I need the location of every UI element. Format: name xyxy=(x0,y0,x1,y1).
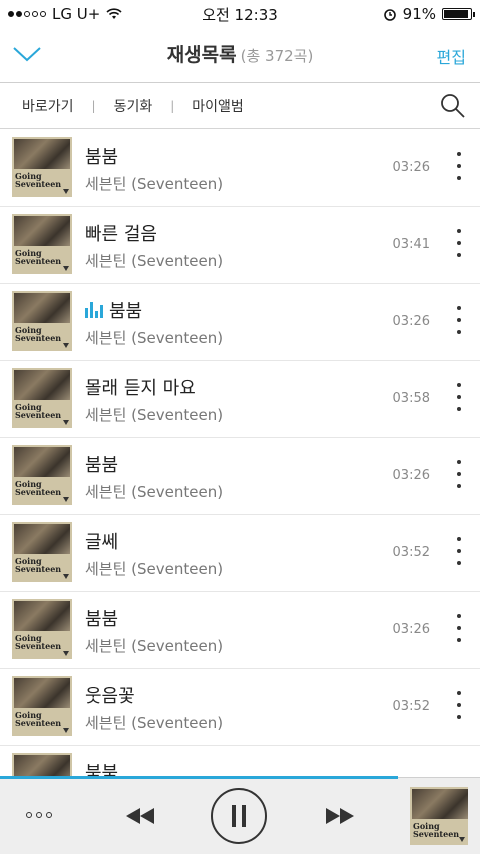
edit-button[interactable]: 편집 xyxy=(437,44,466,68)
separator: | xyxy=(91,98,96,113)
search-icon[interactable] xyxy=(440,93,466,119)
song-duration: 03:26 xyxy=(392,160,430,175)
album-cover: Going Seventeen xyxy=(12,291,72,351)
header: 재생목록 (총 372곡) 편집 xyxy=(0,28,480,83)
now-playing-cover[interactable]: Going Seventeen xyxy=(410,787,468,845)
song-row[interactable]: Going Seventeen 붐붐세븐틴 (Seventeen) 03:26 xyxy=(0,438,480,515)
album-cover: Going Seventeen xyxy=(12,599,72,659)
more-options-icon[interactable] xyxy=(456,306,462,334)
more-dots-icon[interactable] xyxy=(26,812,52,818)
song-row[interactable]: Going Seventeen 붐붐세븐틴 (Seventeen) 03:26 xyxy=(0,284,480,361)
song-duration: 03:26 xyxy=(392,468,430,483)
album-cover: Going Seventeen xyxy=(12,676,72,736)
more-options-icon[interactable] xyxy=(456,229,462,257)
status-bar: LG U+ 오전 12:33 91% xyxy=(0,0,480,28)
more-options-icon[interactable] xyxy=(456,383,462,411)
song-duration: 03:58 xyxy=(392,391,430,406)
song-artist: 세븐틴 (Seventeen) xyxy=(85,406,224,424)
album-cover: Going Seventeen xyxy=(12,445,72,505)
clock: 오전 12:33 xyxy=(202,5,278,24)
progress-bar[interactable] xyxy=(0,776,399,779)
song-duration: 03:52 xyxy=(392,699,430,714)
more-options-icon[interactable] xyxy=(456,152,462,180)
cover-text: Going Seventeen xyxy=(15,633,62,651)
more-options-icon[interactable] xyxy=(456,614,462,642)
album-cover: Going Seventeen xyxy=(12,368,72,428)
fast-forward-icon[interactable] xyxy=(324,806,356,826)
shortcut-link[interactable]: 바로가기 xyxy=(22,96,74,116)
mini-player: Going Seventeen xyxy=(0,776,480,854)
album-cover: Going Seventeen xyxy=(12,522,72,582)
song-title: 몰래 듣지 마요 xyxy=(85,378,196,399)
album-cover: Going Seventeen xyxy=(12,753,72,777)
song-duration: 03:26 xyxy=(392,622,430,637)
page-title: 재생목록 xyxy=(166,44,237,66)
song-duration: 03:26 xyxy=(392,314,430,329)
song-artist: 세븐틴 (Seventeen) xyxy=(85,252,224,270)
cover-text: Going Seventeen xyxy=(15,248,62,266)
sync-link[interactable]: 동기화 xyxy=(114,96,153,116)
pause-icon xyxy=(232,805,236,827)
battery-icon xyxy=(442,8,475,20)
cover-text: Going Seventeen xyxy=(15,171,62,189)
song-row[interactable]: Going Seventeen 글쎄세븐틴 (Seventeen) 03:52 xyxy=(0,515,480,592)
song-title: 붐붐 xyxy=(85,147,119,168)
album-cover: Going Seventeen xyxy=(12,137,72,197)
cover-text: Going Seventeen xyxy=(15,556,62,574)
song-title: 붐붐 xyxy=(109,301,143,322)
song-row[interactable]: Going Seventeen 몰래 듣지 마요세븐틴 (Seventeen) 03… xyxy=(0,361,480,438)
song-artist: 세븐틴 (Seventeen) xyxy=(85,637,224,655)
album-cover: Going Seventeen xyxy=(12,214,72,274)
cover-text: Going Seventeen xyxy=(15,325,62,343)
song-row[interactable]: Going Seventeen 붐붐세븐틴 (Seventeen) 03:26 xyxy=(0,130,480,207)
more-options-icon[interactable] xyxy=(456,460,462,488)
song-title: 붐붐 xyxy=(85,763,119,777)
song-duration: 03:41 xyxy=(392,237,430,252)
song-title: 웃음꽃 xyxy=(85,686,135,707)
song-row[interactable]: Going Seventeen 웃음꽃세븐틴 (Seventeen) 03:52 xyxy=(0,669,480,746)
more-options-icon[interactable] xyxy=(456,691,462,719)
song-artist: 세븐틴 (Seventeen) xyxy=(85,483,224,501)
cover-text: Going Seventeen xyxy=(15,479,62,497)
pause-button[interactable] xyxy=(211,788,267,844)
song-row[interactable]: Going Seventeen 붐붐세븐틴 (Seventeen) 03:26 xyxy=(0,592,480,669)
cover-text: Going Seventeen xyxy=(15,710,62,728)
separator: | xyxy=(170,98,175,113)
song-title: 붐붐 xyxy=(85,455,119,476)
song-row[interactable]: Going Seventeen 빠른 걸음세븐틴 (Seventeen) 03:41 xyxy=(0,207,480,284)
song-duration: 03:52 xyxy=(392,545,430,560)
cover-text: Going Seventeen xyxy=(15,402,62,420)
more-options-icon[interactable] xyxy=(456,537,462,565)
song-title: 붐붐 xyxy=(85,609,119,630)
cover-text: Going Seventeen xyxy=(413,821,460,839)
song-count: (총 372곡) xyxy=(240,47,314,65)
song-artist: 세븐틴 (Seventeen) xyxy=(85,714,224,732)
song-title: 빠른 걸음 xyxy=(85,224,157,245)
sub-navigation: 바로가기 | 동기화 | 마이앨범 xyxy=(0,83,480,129)
song-artist: 세븐틴 (Seventeen) xyxy=(85,329,224,347)
song-artist: 세븐틴 (Seventeen) xyxy=(85,560,224,578)
my-album-link[interactable]: 마이앨범 xyxy=(192,96,244,116)
rewind-icon[interactable] xyxy=(124,806,156,826)
song-artist: 세븐틴 (Seventeen) xyxy=(85,175,224,193)
now-playing-icon xyxy=(85,302,103,318)
song-row[interactable]: Going Seventeen 붐붐 xyxy=(0,746,480,777)
playlist: Going Seventeen 붐붐 세븐틴 (Seventeen) 03:26 Goi… xyxy=(0,130,480,777)
song-title: 글쎄 xyxy=(85,532,119,553)
